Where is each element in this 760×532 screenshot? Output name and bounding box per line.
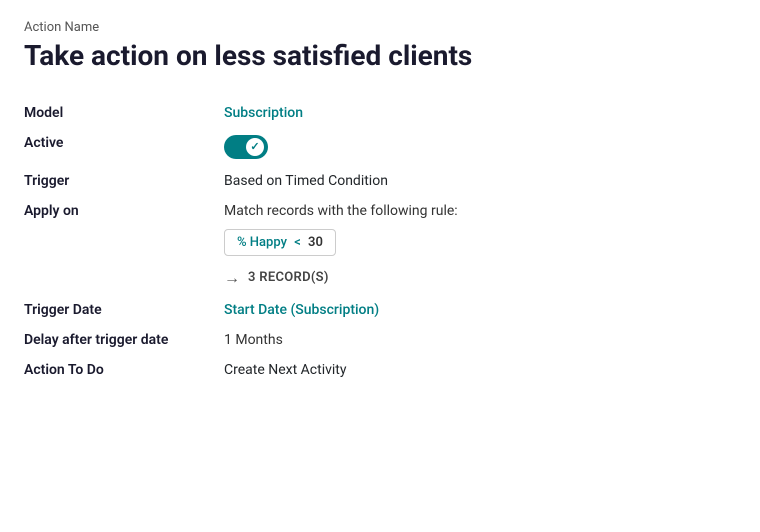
action-todo-value: Create Next Activity [224,354,736,384]
action-todo-label: Action To Do [24,354,224,384]
delay-value-cell: 1 Months [224,324,736,354]
rule-operator: < [294,235,301,250]
active-row: Active ✓ [24,127,736,165]
rule-badge[interactable]: % Happy < 30 [224,229,336,256]
rule-value: 30 [308,235,323,250]
active-label: Active [24,127,224,165]
trigger-row: Trigger Based on Timed Condition [24,165,736,195]
arrow-icon: → [224,268,240,288]
page-title: Take action on less satisfied clients [24,39,736,73]
apply-on-row: Apply on Match records with the followin… [24,195,736,294]
model-label: Model [24,97,224,127]
records-count[interactable]: 3 RECORD(S) [248,270,329,285]
active-toggle-container: ✓ [224,135,268,159]
model-row: Model Subscription [24,97,736,127]
delay-row: Delay after trigger date 1 Months [24,324,736,354]
rule-field: % Happy [237,235,287,250]
trigger-value: Based on Timed Condition [224,165,736,195]
records-row: → 3 RECORD(S) [224,268,736,288]
active-toggle[interactable]: ✓ [224,135,268,159]
active-value-cell: ✓ [224,127,736,165]
delay-value: 1 Months [224,332,283,348]
apply-on-description: Match records with the following rule: [224,203,736,219]
trigger-label: Trigger [24,165,224,195]
action-todo-row: Action To Do Create Next Activity [24,354,736,384]
form-table: Model Subscription Active ✓ Trigger [24,97,736,384]
apply-on-value-cell: Match records with the following rule: %… [224,195,736,294]
delay-label: Delay after trigger date [24,324,224,354]
toggle-knob: ✓ [246,138,264,156]
trigger-date-value-cell: Start Date (Subscription) [224,294,736,324]
model-value: Subscription [224,97,736,127]
apply-on-label: Apply on [24,195,224,294]
model-link[interactable]: Subscription [224,105,303,121]
trigger-date-row: Trigger Date Start Date (Subscription) [24,294,736,324]
trigger-date-value[interactable]: Start Date (Subscription) [224,302,379,318]
toggle-check-icon: ✓ [250,141,259,152]
trigger-date-label: Trigger Date [24,294,224,324]
action-name-label: Action Name [24,20,736,35]
